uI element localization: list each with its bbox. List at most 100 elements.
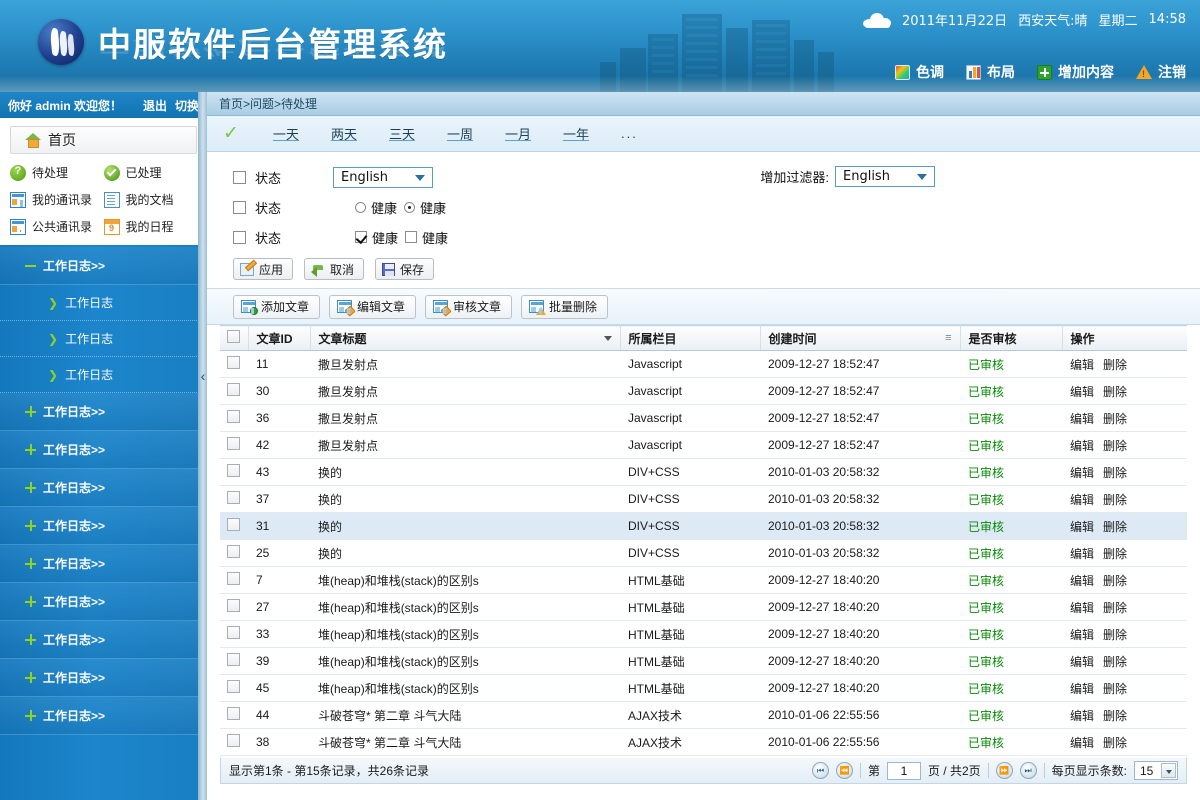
select-all-checkbox[interactable]	[227, 330, 240, 343]
column-menu-icon[interactable]: ≡	[945, 333, 951, 344]
logout-link[interactable]: 退出	[143, 97, 167, 114]
row-checkbox[interactable]	[227, 518, 240, 531]
table-row[interactable]: 7 堆(heap)和堆栈(stack)的区别s HTML基础 2009-12-27 1…	[220, 566, 1187, 594]
column-header-reviewed[interactable]: 是否审核	[960, 325, 1063, 351]
row-select-cell[interactable]	[220, 620, 248, 648]
row-select-cell[interactable]	[220, 593, 248, 621]
row-checkbox[interactable]	[227, 653, 240, 666]
row-checkbox[interactable]	[227, 599, 240, 612]
row-checkbox[interactable]	[227, 707, 240, 720]
table-row[interactable]: 44 斗破苍穹* 第二章 斗气大陆 AJAX技术 2010-01-06 22:55:5…	[220, 701, 1187, 729]
row-edit-link[interactable]: 编辑	[1070, 709, 1094, 723]
table-row[interactable]: 42 撒旦发射点 Javascript 2009-12-27 18:52:47 已审核编…	[220, 431, 1187, 459]
sidebar-tree-node[interactable]: 工作日志>>	[0, 431, 207, 469]
row-edit-link[interactable]: 编辑	[1070, 439, 1094, 453]
row-edit-link[interactable]: 编辑	[1070, 520, 1094, 534]
row-delete-link[interactable]: 删除	[1103, 682, 1127, 696]
quick-link-my-contacts[interactable]: 我的通讯录	[10, 191, 104, 208]
plus-toggle-icon[interactable]	[25, 406, 36, 417]
row-delete-link[interactable]: 删除	[1103, 601, 1127, 615]
sidebar-tree-leaf[interactable]: ❯ 工作日志	[0, 285, 207, 321]
row-checkbox[interactable]	[227, 734, 240, 747]
switch-link[interactable]: 切换	[175, 97, 199, 114]
row-checkbox[interactable]	[227, 680, 240, 693]
cancel-button[interactable]: 取消	[304, 258, 365, 280]
header-menu-item-add-content[interactable]: 增加内容	[1037, 62, 1114, 82]
plus-toggle-icon[interactable]	[25, 520, 36, 531]
plus-toggle-icon[interactable]	[25, 672, 36, 683]
row-checkbox[interactable]	[227, 545, 240, 558]
row-edit-link[interactable]: 编辑	[1070, 412, 1094, 426]
row-select-cell[interactable]	[220, 404, 248, 432]
row-delete-link[interactable]: 删除	[1103, 574, 1127, 588]
row-delete-link[interactable]: 删除	[1103, 709, 1127, 723]
row-select-cell[interactable]	[220, 512, 248, 540]
sidebar-tree-node[interactable]: 工作日志>>	[0, 583, 207, 621]
row-delete-link[interactable]: 删除	[1103, 736, 1127, 750]
add-filter-select[interactable]: English	[835, 166, 935, 187]
next-page-icon[interactable]: ⏩	[995, 762, 1013, 779]
first-page-icon[interactable]: ⏮	[811, 762, 829, 779]
row-edit-link[interactable]: 编辑	[1070, 385, 1094, 399]
row-checkbox[interactable]	[227, 383, 240, 396]
row-edit-link[interactable]: 编辑	[1070, 574, 1094, 588]
row-edit-link[interactable]: 编辑	[1070, 736, 1094, 750]
plus-toggle-icon[interactable]	[25, 482, 36, 493]
plus-toggle-icon[interactable]	[25, 596, 36, 607]
row-checkbox[interactable]	[227, 491, 240, 504]
table-row[interactable]: 39 堆(heap)和堆栈(stack)的区别s HTML基础 2009-12-27 …	[220, 647, 1187, 675]
sidebar-tree-node[interactable]: 工作日志>>	[0, 247, 207, 285]
filter-row-checkbox[interactable]	[233, 200, 246, 214]
sidebar-tree-node[interactable]: 工作日志>>	[0, 621, 207, 659]
row-delete-link[interactable]: 删除	[1103, 412, 1127, 426]
table-row[interactable]: 30 撒旦发射点 Javascript 2009-12-27 18:52:47 已审核编…	[220, 377, 1187, 405]
row-checkbox[interactable]	[227, 437, 240, 450]
select-all-header[interactable]	[220, 325, 249, 351]
page-size-select[interactable]: 15	[1134, 761, 1178, 780]
column-header-operations[interactable]: 操作	[1062, 325, 1187, 351]
table-row[interactable]: 11 撒旦发射点 Javascript 2009-12-27 18:52:47 已审核编…	[220, 350, 1187, 378]
chevron-left-icon[interactable]: ‹	[199, 363, 207, 389]
prev-page-icon[interactable]: ⏪	[835, 762, 853, 779]
row-delete-link[interactable]: 删除	[1103, 466, 1127, 480]
row-select-cell[interactable]	[220, 701, 248, 729]
range-link-1year[interactable]: 一年	[563, 124, 589, 143]
row-edit-link[interactable]: 编辑	[1070, 655, 1094, 669]
range-link-2days[interactable]: 两天	[331, 124, 357, 143]
row-edit-link[interactable]: 编辑	[1070, 493, 1094, 507]
quick-link-my-schedule[interactable]: 我的日程	[103, 218, 198, 235]
sidebar-tree-node[interactable]: 工作日志>>	[0, 659, 207, 697]
table-row[interactable]: 38 斗破苍穹* 第二章 斗气大陆 AJAX技术 2010-01-06 22:55:5…	[220, 728, 1187, 756]
row-checkbox[interactable]	[227, 572, 240, 585]
save-button[interactable]: 保存	[375, 258, 435, 280]
sidebar-tree-node[interactable]: 工作日志>>	[0, 469, 207, 507]
row-select-cell[interactable]	[220, 377, 248, 405]
row-select-cell[interactable]	[220, 485, 248, 513]
sidebar-item-home[interactable]: 首页	[10, 126, 197, 154]
filter-checkbox-option-2[interactable]: 健康	[405, 228, 448, 247]
sidebar-tree-leaf[interactable]: ❯ 工作日志	[0, 357, 207, 393]
sidebar-tree-node[interactable]: 工作日志>>	[0, 697, 207, 735]
row-edit-link[interactable]: 编辑	[1070, 358, 1094, 372]
filter-radio-option-1[interactable]: 健康	[355, 198, 397, 217]
row-checkbox[interactable]	[227, 410, 240, 423]
header-menu-item-layout[interactable]: 布局	[966, 62, 1015, 82]
row-delete-link[interactable]: 删除	[1103, 439, 1127, 453]
table-row[interactable]: 45 堆(heap)和堆栈(stack)的区别s HTML基础 2009-12-27 …	[220, 674, 1187, 702]
row-delete-link[interactable]: 删除	[1103, 493, 1127, 507]
row-select-cell[interactable]	[220, 674, 248, 702]
row-select-cell[interactable]	[220, 539, 248, 567]
filter-row-checkbox[interactable]	[233, 170, 246, 184]
sidebar-tree-node[interactable]: 工作日志>>	[0, 507, 207, 545]
quick-link-done[interactable]: 已处理	[103, 164, 198, 181]
row-edit-link[interactable]: 编辑	[1070, 466, 1094, 480]
row-delete-link[interactable]: 删除	[1103, 547, 1127, 561]
row-select-cell[interactable]	[220, 728, 248, 756]
table-row[interactable]: 36 撒旦发射点 Javascript 2009-12-27 18:52:47 已审核编…	[220, 404, 1187, 432]
chevron-down-icon[interactable]: ✓	[223, 124, 239, 143]
review-article-button[interactable]: 审核文章	[425, 294, 513, 319]
plus-toggle-icon[interactable]	[25, 710, 36, 721]
row-delete-link[interactable]: 删除	[1103, 655, 1127, 669]
row-select-cell[interactable]	[220, 647, 248, 675]
apply-button[interactable]: 应用	[233, 258, 294, 280]
